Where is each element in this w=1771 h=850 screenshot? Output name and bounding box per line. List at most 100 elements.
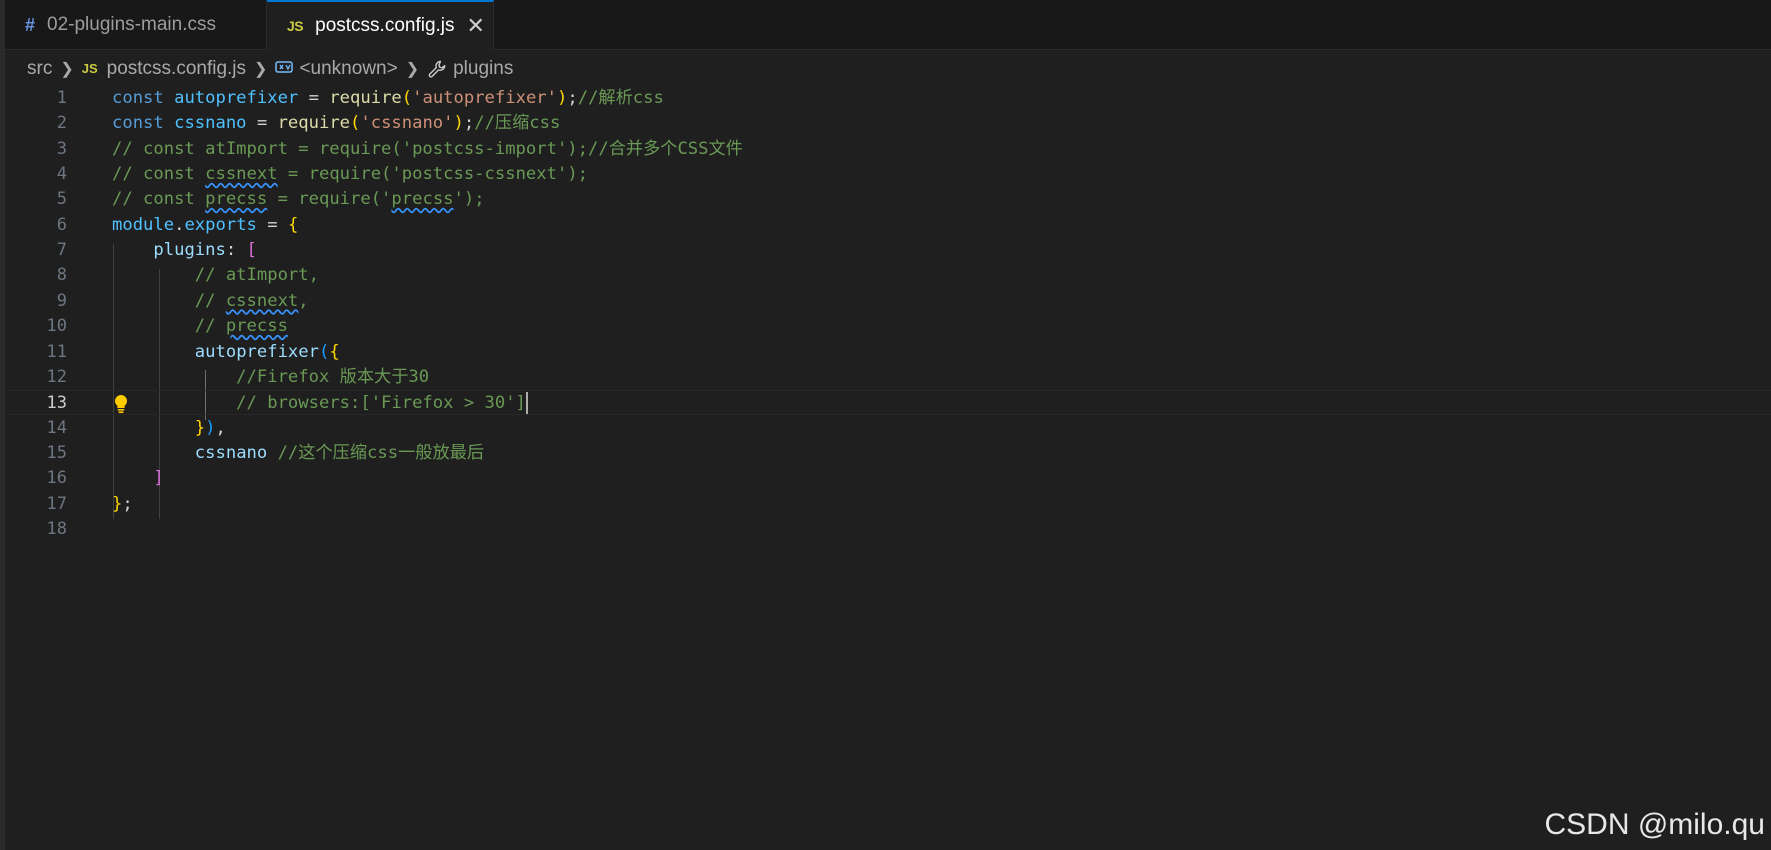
code-text: // atImport, (112, 263, 319, 288)
code-line[interactable]: 6 module.exports = { (5, 213, 1771, 238)
code-line[interactable]: 9 // cssnext, (5, 289, 1771, 314)
code-line[interactable]: 14 }), (5, 416, 1771, 441)
code-line[interactable]: 16 ] (5, 466, 1771, 491)
code-token: // (112, 316, 226, 337)
code-line[interactable]: 2 const cssnano = require('cssnano');//压缩… (5, 111, 1771, 136)
code-line[interactable]: 3 // const atImport = require('postcss-im… (5, 137, 1771, 162)
line-number: 3 (56, 138, 67, 159)
code-line[interactable]: 8 // atImport, (5, 263, 1771, 288)
code-line[interactable]: 15 cssnano //这个压缩css一般放最后 (5, 441, 1771, 466)
line-number: 5 (56, 189, 67, 210)
code-token: ) (205, 417, 216, 438)
code-token: require (329, 88, 402, 108)
code-token: = require('postcss-cssnext'); (277, 164, 589, 185)
code-line[interactable]: 17}; (5, 492, 1771, 517)
code-line[interactable]: 7 plugins: [ (5, 238, 1771, 263)
code-token: } (194, 417, 206, 438)
breadcrumb: src ❯ JS postcss.config.js ❯ <unknown> ❯… (27, 50, 513, 87)
code-token: = require(' (267, 189, 392, 210)
code-token: ; (567, 88, 578, 108)
line-number: 1 (56, 88, 67, 108)
code-token: cssnext (205, 164, 278, 185)
code-line[interactable]: 18 (5, 517, 1771, 542)
code-token: //这个压缩css一般放最后 (267, 442, 485, 463)
tab-postcss-config-js[interactable]: JS postcss.config.js ✕ (267, 0, 494, 50)
code-token: // atImport, (112, 265, 319, 286)
chevron-right-icon: ❯ (254, 60, 268, 78)
editor-window: # 02-plugins-main.css JS postcss.config.… (0, 0, 1771, 850)
code-token: ] (153, 468, 164, 489)
code-token: //解析css (577, 88, 664, 108)
code-token: , (298, 290, 309, 311)
line-number: 9 (56, 290, 67, 311)
code-text: plugins: [ (112, 238, 257, 263)
code-text: ] (112, 466, 164, 491)
code-text: // cssnext, (112, 289, 309, 314)
code-token: cssnext (225, 290, 299, 311)
code-token: const (112, 113, 175, 134)
code-token: autoprefixer (194, 341, 319, 362)
code-token: const (112, 88, 175, 108)
line-number: 4 (56, 164, 67, 185)
code-token: precss (225, 316, 288, 337)
code-token: cssnano (174, 113, 247, 134)
css-file-icon: # (25, 14, 36, 35)
code-text: const cssnano = require('cssnano');//压缩c… (112, 111, 560, 136)
breadcrumb-src[interactable]: src (27, 58, 52, 80)
code-token: // const (112, 189, 206, 210)
code-line[interactable]: 1 const autoprefixer = require('autoprefi… (5, 86, 1771, 111)
code-token: [ (246, 240, 257, 261)
line-number: 18 (46, 518, 67, 539)
code-token: cssnano (194, 442, 268, 463)
watermark: CSDN @milo.qu (1544, 808, 1765, 841)
chevron-right-icon: ❯ (60, 60, 74, 78)
code-text: // const precss = require('precss'); (112, 187, 485, 212)
code-token: precss (391, 189, 454, 210)
code-token: = (256, 214, 288, 235)
code-token: plugins (153, 240, 226, 261)
code-token: { (329, 341, 340, 362)
code-text: cssnano //这个压缩css一般放最后 (112, 441, 484, 466)
code-token: : (225, 240, 247, 261)
code-text: //Firefox 版本大于30 (112, 365, 429, 390)
code-token: ) (557, 88, 568, 108)
code-token: , (215, 417, 226, 438)
code-token: = (298, 88, 330, 108)
code-editor[interactable]: 1 const autoprefixer = require(' autoprefi… (5, 86, 1771, 786)
code-line[interactable]: 11 autoprefixer({ (5, 340, 1771, 365)
line-number: 10 (46, 316, 67, 337)
code-token: 'cssnano' (360, 113, 454, 134)
code-line[interactable]: 5 // const precss = require('precss'); (5, 187, 1771, 212)
tab-02-plugins-main-css[interactable]: # 02-plugins-main.css (5, 0, 267, 50)
code-text: }; (112, 492, 133, 517)
code-line[interactable]: 4 // const cssnext = require('postcss-css… (5, 162, 1771, 187)
line-number: 8 (56, 265, 67, 286)
code-token: //Firefox 版本大于30 (112, 366, 430, 387)
js-file-icon: JS (287, 18, 304, 34)
close-icon[interactable]: ✕ (467, 15, 485, 37)
code-token: // const (112, 164, 206, 185)
breadcrumb-file[interactable]: postcss.config.js (107, 58, 246, 80)
line-number: 14 (46, 417, 67, 438)
code-token: ( (401, 88, 413, 108)
code-token: precss (205, 189, 268, 210)
code-line[interactable]: 12 //Firefox 版本大于30 (5, 365, 1771, 390)
line-number: 2 (56, 113, 67, 134)
code-token: require (277, 113, 351, 134)
code-token: = (246, 113, 278, 134)
code-line[interactable]: 10 // precss (5, 314, 1771, 339)
code-line[interactable]: 13 // browsers:['Firefox > 30'] (5, 390, 1771, 416)
tab-bar: # 02-plugins-main.css JS postcss.config.… (5, 0, 1771, 50)
line-number: 13 (46, 393, 67, 414)
code-token: module (112, 214, 175, 235)
breadcrumb-property[interactable]: plugins (453, 58, 513, 80)
code-token: ; (122, 493, 133, 514)
code-text: autoprefixer({ (112, 340, 340, 365)
code-token: ( (318, 341, 330, 362)
breadcrumb-symbol[interactable]: <unknown> (299, 58, 397, 80)
tab-label: postcss.config.js (315, 15, 455, 36)
line-number: 16 (46, 468, 67, 489)
